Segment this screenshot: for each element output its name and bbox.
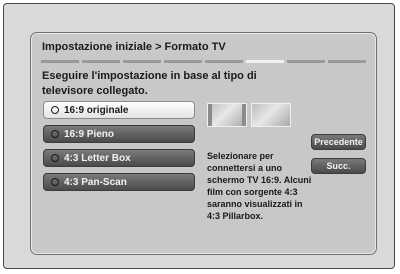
format-options-list: 16:9 originale 16:9 Pieno 4:3 Letter Box… bbox=[43, 101, 195, 191]
radio-icon bbox=[51, 154, 59, 162]
progress-step bbox=[164, 60, 202, 63]
option-4-3-letter-box[interactable]: 4:3 Letter Box bbox=[43, 149, 195, 167]
instruction-text: Eseguire l'impostazione in base al tipo … bbox=[42, 70, 257, 97]
progress-step bbox=[287, 60, 325, 63]
progress-step bbox=[123, 60, 161, 63]
option-4-3-pan-scan[interactable]: 4:3 Pan-Scan bbox=[43, 173, 195, 191]
tv-format-dialog: Impostazione iniziale > Formato TV Esegu… bbox=[30, 32, 377, 255]
preview-full-image bbox=[251, 103, 291, 127]
previous-button[interactable]: Precedente bbox=[311, 134, 366, 150]
radio-icon bbox=[51, 130, 59, 138]
setup-progress-bar bbox=[41, 60, 366, 63]
option-label: 16:9 originale bbox=[64, 104, 129, 116]
preview-pillarbox-image bbox=[207, 103, 247, 127]
option-label: 16:9 Pieno bbox=[64, 128, 115, 140]
option-16-9-full[interactable]: 16:9 Pieno bbox=[43, 125, 195, 143]
dialog-title: Impostazione iniziale > Formato TV bbox=[42, 41, 226, 53]
option-label: 4:3 Letter Box bbox=[64, 152, 131, 164]
format-description: Selezionare per connettersi a uno scherm… bbox=[207, 151, 312, 221]
progress-step bbox=[205, 60, 243, 63]
progress-step bbox=[328, 60, 366, 63]
radio-icon bbox=[51, 106, 59, 114]
next-button[interactable]: Succ. bbox=[311, 158, 366, 174]
screen-frame: Impostazione iniziale > Formato TV Esegu… bbox=[3, 3, 395, 269]
progress-step bbox=[41, 60, 79, 63]
option-label: 4:3 Pan-Scan bbox=[64, 176, 127, 188]
radio-icon bbox=[51, 178, 59, 186]
option-16-9-original[interactable]: 16:9 originale bbox=[43, 101, 195, 119]
progress-step-current bbox=[246, 60, 284, 63]
format-preview bbox=[207, 103, 291, 127]
progress-step bbox=[82, 60, 120, 63]
